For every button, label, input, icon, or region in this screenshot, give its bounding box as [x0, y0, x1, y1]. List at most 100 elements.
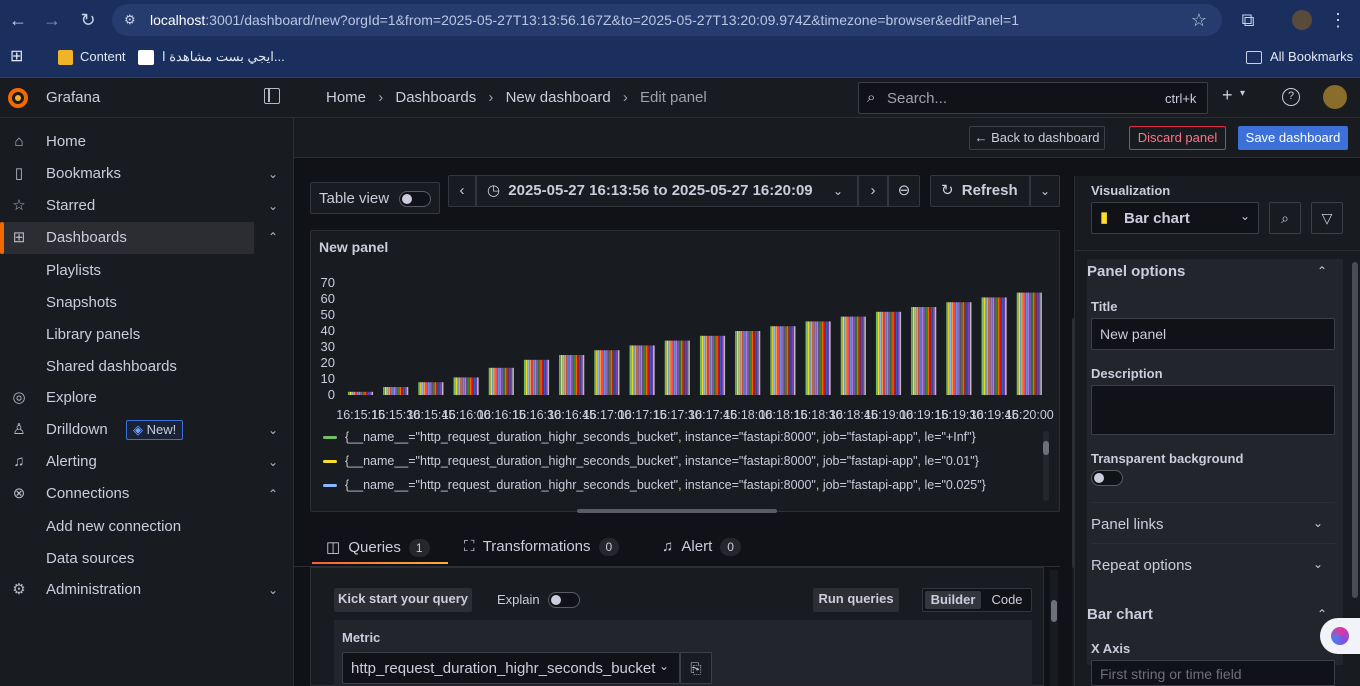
bar[interactable]: [599, 350, 602, 395]
search-icon[interactable]: ⌕: [1269, 202, 1301, 234]
chevron-down-icon[interactable]: ⌄: [268, 446, 278, 478]
transparent-background-switch[interactable]: [1091, 470, 1123, 486]
bar[interactable]: [603, 350, 605, 395]
bar[interactable]: [347, 391, 350, 395]
bar[interactable]: [399, 387, 402, 395]
bar[interactable]: [543, 359, 546, 395]
bar[interactable]: [858, 316, 861, 395]
bar[interactable]: [668, 340, 670, 395]
sidebar-item-bookmarks[interactable]: ▯ Bookmarks ⌄: [0, 158, 294, 190]
time-shift-back-button[interactable]: ‹: [448, 175, 476, 207]
bar[interactable]: [362, 391, 365, 395]
bar-group[interactable]: [1016, 292, 1042, 395]
bar[interactable]: [684, 340, 687, 395]
bar[interactable]: [897, 311, 900, 395]
bar[interactable]: [629, 345, 632, 395]
bar[interactable]: [616, 350, 618, 395]
bar[interactable]: [605, 350, 607, 395]
bar[interactable]: [955, 302, 957, 395]
bar[interactable]: [738, 331, 741, 395]
bar[interactable]: [508, 367, 511, 395]
bar[interactable]: [432, 382, 435, 395]
explain-switch[interactable]: [548, 592, 580, 608]
help-icon[interactable]: ?: [1282, 88, 1300, 106]
legend-scrollbar[interactable]: [1043, 431, 1049, 501]
table-view-toggle[interactable]: Table view: [310, 182, 440, 214]
bar[interactable]: [575, 355, 578, 395]
query-scrollbar[interactable]: [1050, 570, 1058, 686]
bar[interactable]: [492, 367, 494, 395]
chevron-up-icon[interactable]: ⌃: [268, 230, 278, 244]
bar[interactable]: [744, 331, 746, 395]
bar[interactable]: [847, 316, 850, 395]
bar[interactable]: [827, 321, 829, 395]
legend-item[interactable]: {__name__="http_request_duration_highr_s…: [323, 454, 979, 468]
chevron-down-icon[interactable]: ⌄: [268, 414, 278, 446]
bar[interactable]: [790, 326, 792, 395]
bar[interactable]: [582, 355, 585, 395]
bar[interactable]: [783, 326, 785, 395]
discard-panel-button[interactable]: Discard panel: [1129, 126, 1226, 150]
metrics-explorer-book-icon[interactable]: ⎘: [680, 652, 712, 684]
bar[interactable]: [740, 331, 743, 395]
bar[interactable]: [818, 321, 820, 395]
bar[interactable]: [816, 321, 818, 395]
bar[interactable]: [864, 316, 866, 395]
bar[interactable]: [369, 391, 372, 395]
bar[interactable]: [393, 387, 396, 395]
table-view-switch[interactable]: [399, 191, 431, 207]
bar[interactable]: [747, 331, 750, 395]
bar[interactable]: [892, 311, 894, 395]
bar[interactable]: [879, 311, 882, 395]
bar[interactable]: [358, 391, 361, 395]
bar[interactable]: [985, 297, 987, 395]
legend-item[interactable]: {__name__="http_request_duration_highr_s…: [323, 430, 976, 444]
bar[interactable]: [651, 345, 653, 395]
bar[interactable]: [664, 340, 667, 395]
bar[interactable]: [607, 350, 609, 395]
browser-menu-icon[interactable]: ⋮: [1326, 8, 1350, 32]
add-chevron-down-icon[interactable]: ▾: [1240, 88, 1245, 99]
bar[interactable]: [966, 302, 968, 395]
bar[interactable]: [721, 335, 724, 395]
chevron-down-icon[interactable]: ⌄: [268, 574, 278, 606]
bar[interactable]: [608, 350, 611, 395]
bar[interactable]: [840, 316, 843, 395]
bar[interactable]: [547, 359, 550, 395]
bar[interactable]: [705, 335, 707, 395]
bar[interactable]: [392, 387, 394, 395]
bar[interactable]: [638, 345, 641, 395]
x-axis-field-input[interactable]: First string or time field: [1091, 660, 1335, 686]
refresh-button[interactable]: ↻ Refresh: [930, 175, 1030, 207]
bar[interactable]: [453, 377, 456, 395]
bar[interactable]: [614, 350, 616, 395]
bar[interactable]: [527, 359, 530, 395]
filter-icon[interactable]: ▽: [1311, 202, 1343, 234]
bar[interactable]: [719, 335, 722, 395]
bar[interactable]: [921, 307, 924, 395]
bar[interactable]: [353, 391, 355, 395]
bar[interactable]: [560, 355, 563, 395]
bar[interactable]: [1018, 292, 1021, 395]
breadcrumb-home[interactable]: Home: [326, 89, 366, 106]
bar[interactable]: [499, 367, 502, 395]
chevron-down-icon[interactable]: ⌄: [268, 158, 278, 190]
bar[interactable]: [670, 340, 672, 395]
bar[interactable]: [383, 387, 385, 395]
bar[interactable]: [710, 335, 713, 395]
bar[interactable]: [1031, 292, 1033, 395]
all-bookmarks[interactable]: All Bookmarks: [1270, 49, 1353, 64]
bar[interactable]: [983, 297, 985, 395]
sidebar-item-snapshots[interactable]: Snapshots: [46, 294, 117, 311]
floating-assistant-button[interactable]: [1320, 618, 1360, 654]
bar[interactable]: [610, 350, 613, 395]
chevron-up-icon[interactable]: ⌃: [1317, 264, 1327, 278]
bar[interactable]: [564, 355, 567, 395]
bar[interactable]: [642, 345, 644, 395]
title-input[interactable]: New panel: [1091, 318, 1335, 350]
bar[interactable]: [742, 331, 744, 395]
bar[interactable]: [853, 316, 856, 395]
bar[interactable]: [788, 326, 791, 395]
sidebar-item-dashboards[interactable]: ⊞ Dashboards: [0, 222, 254, 254]
builder-mode-button[interactable]: Builder: [925, 591, 981, 609]
